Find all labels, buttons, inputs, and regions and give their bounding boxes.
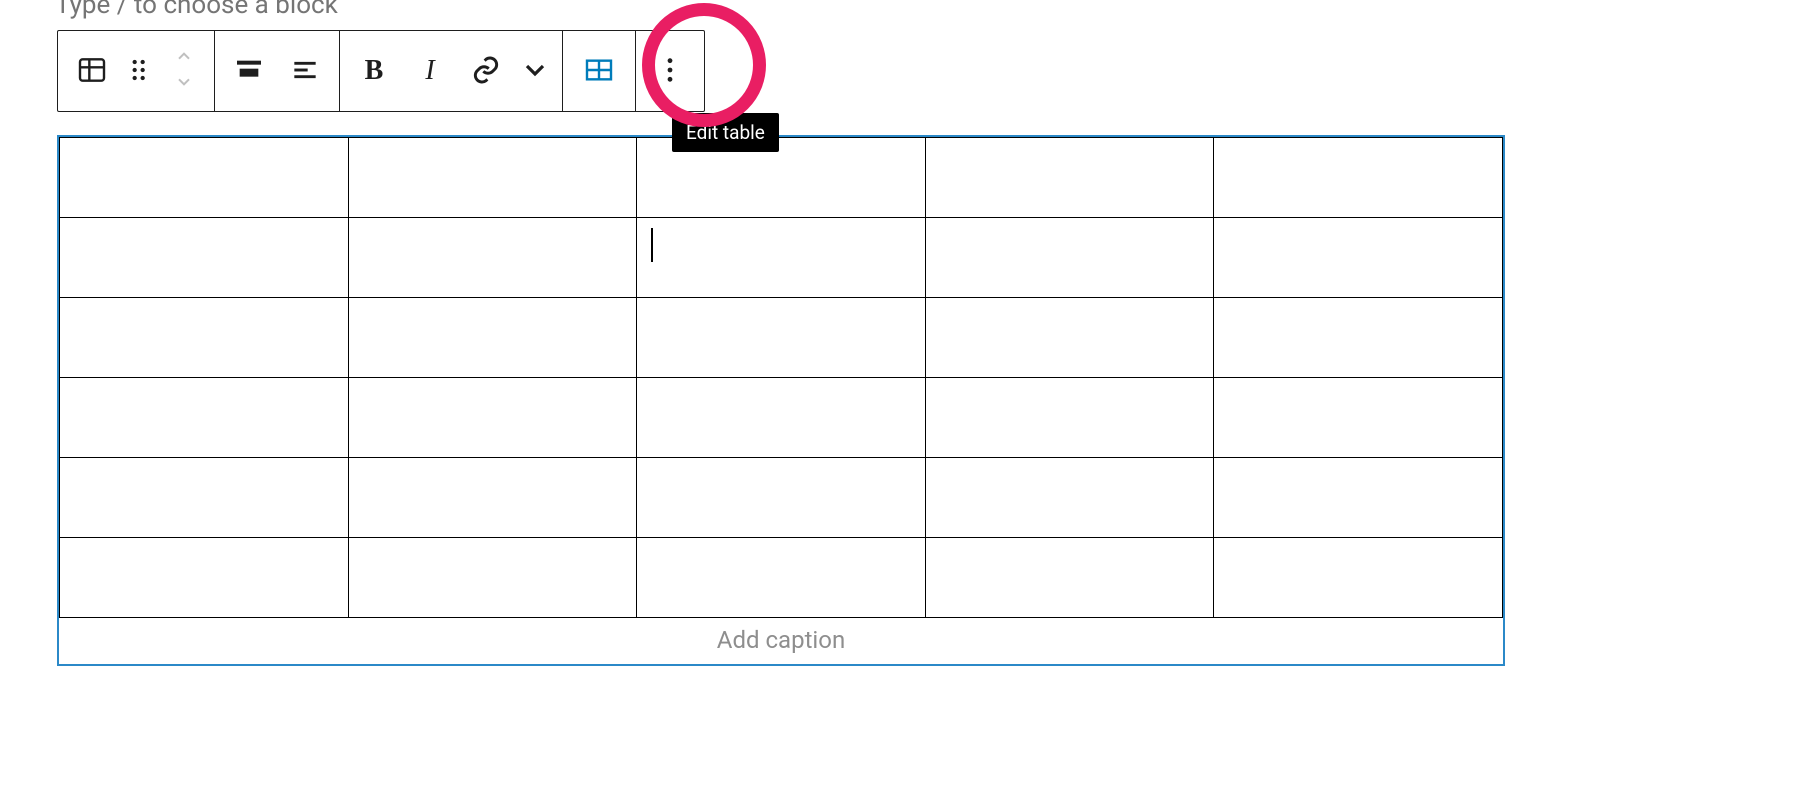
edit-table-button[interactable] <box>569 43 629 99</box>
move-buttons[interactable] <box>160 43 208 99</box>
table-cell[interactable] <box>60 538 349 618</box>
table-cell[interactable] <box>637 218 926 298</box>
align-left-text-icon <box>289 54 321 89</box>
dots-vertical-icon <box>654 54 686 89</box>
table-cell[interactable] <box>925 298 1214 378</box>
block-insert-hint: Type / to choose a block <box>55 0 338 20</box>
table-cell[interactable] <box>925 538 1214 618</box>
table-cell[interactable] <box>1214 218 1503 298</box>
table-cell[interactable] <box>637 378 926 458</box>
table-cell[interactable] <box>60 298 349 378</box>
table-cell[interactable] <box>348 458 637 538</box>
data-table[interactable] <box>59 137 1503 618</box>
options-button[interactable] <box>642 43 698 99</box>
table-cell[interactable] <box>637 458 926 538</box>
table-cell[interactable] <box>925 458 1214 538</box>
caption-input[interactable]: Add caption <box>59 618 1503 664</box>
table-cell[interactable] <box>925 378 1214 458</box>
align-text-button[interactable] <box>277 43 333 99</box>
table-row <box>60 298 1503 378</box>
table-cell[interactable] <box>1214 378 1503 458</box>
table-row <box>60 538 1503 618</box>
table-cell[interactable] <box>348 138 637 218</box>
italic-button[interactable]: I <box>402 43 458 99</box>
table-block-button[interactable] <box>64 43 120 99</box>
table-cell[interactable] <box>1214 298 1503 378</box>
table-cell[interactable] <box>637 538 926 618</box>
chevron-down-icon <box>519 54 551 89</box>
text-caret <box>651 228 653 262</box>
bold-button[interactable]: B <box>346 43 402 99</box>
toolbar-group-block <box>58 31 215 111</box>
table-block[interactable]: Add caption <box>57 135 1505 666</box>
link-icon <box>470 54 502 89</box>
bold-icon: B <box>365 55 384 87</box>
italic-icon: I <box>425 55 434 87</box>
table-row <box>60 378 1503 458</box>
table-cell[interactable] <box>60 458 349 538</box>
chevron-up-icon <box>170 47 198 71</box>
toolbar-group-table-edit <box>563 31 636 111</box>
more-format-button[interactable] <box>514 43 556 99</box>
table-cell[interactable] <box>925 138 1214 218</box>
drag-icon <box>124 54 156 89</box>
table-cell[interactable] <box>1214 138 1503 218</box>
toolbar-group-format: B I <box>340 31 563 111</box>
table-cell[interactable] <box>60 138 349 218</box>
toolbar-group-options <box>636 31 704 111</box>
table-icon <box>76 54 108 89</box>
table-outline-icon <box>583 54 615 89</box>
drag-handle[interactable] <box>120 43 160 99</box>
table-row <box>60 138 1503 218</box>
table-row <box>60 218 1503 298</box>
table-row <box>60 458 1503 538</box>
table-cell[interactable] <box>637 298 926 378</box>
block-toolbar: B I <box>57 30 705 112</box>
table-cell[interactable] <box>60 218 349 298</box>
link-button[interactable] <box>458 43 514 99</box>
align-center-icon <box>233 54 265 89</box>
table-cell[interactable] <box>348 218 637 298</box>
table-cell[interactable] <box>348 298 637 378</box>
table-cell[interactable] <box>925 218 1214 298</box>
table-cell[interactable] <box>348 538 637 618</box>
table-cell[interactable] <box>348 378 637 458</box>
edit-table-tooltip: Edit table <box>672 113 779 152</box>
align-button[interactable] <box>221 43 277 99</box>
table-cell[interactable] <box>60 378 349 458</box>
chevron-down-icon <box>170 71 198 95</box>
toolbar-group-align <box>215 31 340 111</box>
table-cell[interactable] <box>1214 538 1503 618</box>
table-cell[interactable] <box>1214 458 1503 538</box>
